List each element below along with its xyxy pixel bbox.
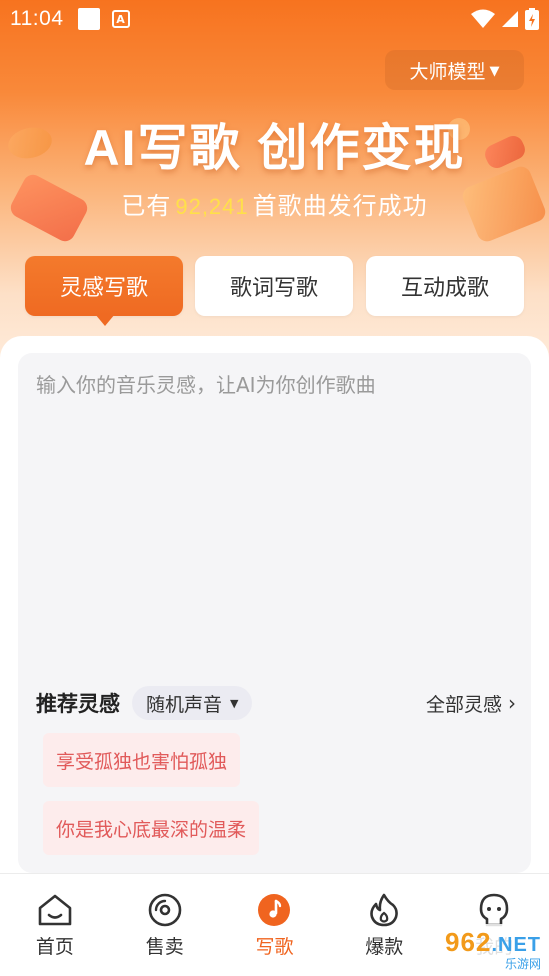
chip-label: 享受孤独也害怕孤独 (56, 750, 228, 773)
tab-label: 歌词写歌 (229, 276, 318, 301)
tab-inspiration[interactable]: 灵感写歌 (25, 256, 183, 316)
watermark-main: 962 (445, 926, 492, 957)
mode-tabs: 灵感写歌 歌词写歌 互动成歌 (25, 256, 524, 326)
wifi-icon (471, 9, 495, 29)
subtitle-prefix: 已有 (121, 192, 172, 220)
nav-item-home[interactable]: 首页 (0, 874, 110, 976)
all-inspirations-link[interactable]: 全部灵感 › (426, 690, 516, 717)
recommend-title: 推荐灵感 (36, 692, 120, 716)
chevron-right-icon: › (508, 691, 516, 715)
music-note-icon (256, 892, 292, 928)
watermark-sub: 乐游网 (504, 956, 541, 971)
inspiration-chip[interactable]: 你是我心底最深的温柔 (43, 801, 260, 855)
status-time: 11:04 (10, 7, 64, 30)
disc-icon (147, 892, 183, 928)
tab-interactive[interactable]: 互动成歌 (366, 256, 524, 316)
caret-down-icon: ▼ (489, 63, 500, 79)
chip-label: 你是我心底最深的温柔 (56, 818, 247, 841)
notification-icon (77, 8, 100, 30)
nav-label: 首页 (35, 936, 74, 958)
signal-icon (501, 10, 519, 28)
tab-label: 互动成歌 (400, 276, 489, 301)
site-watermark: 962.NET 乐游网 (412, 924, 549, 976)
song-count: 92,241 (175, 194, 249, 219)
caret-down-icon: ▼ (230, 696, 239, 710)
nav-label: 爆款 (365, 936, 404, 958)
active-tab-pointer (95, 314, 115, 326)
nav-item-sell[interactable]: 售卖 (110, 874, 220, 976)
page-subtitle: 已有 92,241 首歌曲发行成功 (0, 186, 549, 221)
profile-icon (476, 892, 512, 928)
nav-label: 售卖 (145, 936, 184, 958)
battery-icon (525, 8, 539, 30)
subtitle-suffix: 首歌曲发行成功 (252, 192, 428, 220)
page-title: AI写歌 创作变现 (83, 120, 466, 176)
voice-select-dropdown[interactable]: 随机声音 ▼ (132, 686, 253, 720)
home-icon (37, 892, 73, 928)
inspiration-chip[interactable]: 享受孤独也害怕孤独 (43, 733, 241, 787)
model-select-button[interactable]: 大师模型 ▼ (385, 50, 524, 90)
watermark-net: .NET (491, 933, 541, 956)
recommend-header: 推荐灵感 随机声音 ▼ 全部灵感 › (36, 685, 516, 721)
all-inspirations-label: 全部灵感 (425, 693, 502, 716)
inspiration-input-area: 推荐灵感 随机声音 ▼ 全部灵感 › 享受孤独也害怕孤独 你是我心底最深的温柔 (18, 353, 531, 873)
tab-lyrics[interactable]: 歌词写歌 (195, 256, 353, 316)
nav-item-write[interactable]: 写歌 (220, 874, 330, 976)
flame-icon (366, 892, 402, 928)
status-bar: 11:04 A (0, 0, 549, 38)
inspiration-textarea[interactable] (36, 369, 516, 669)
nav-label: 写歌 (255, 936, 294, 958)
tab-label: 灵感写歌 (59, 276, 148, 301)
voice-select-label: 随机声音 (146, 693, 223, 716)
app-notification-icon: A (111, 10, 130, 28)
model-label: 大师模型 (409, 60, 486, 83)
